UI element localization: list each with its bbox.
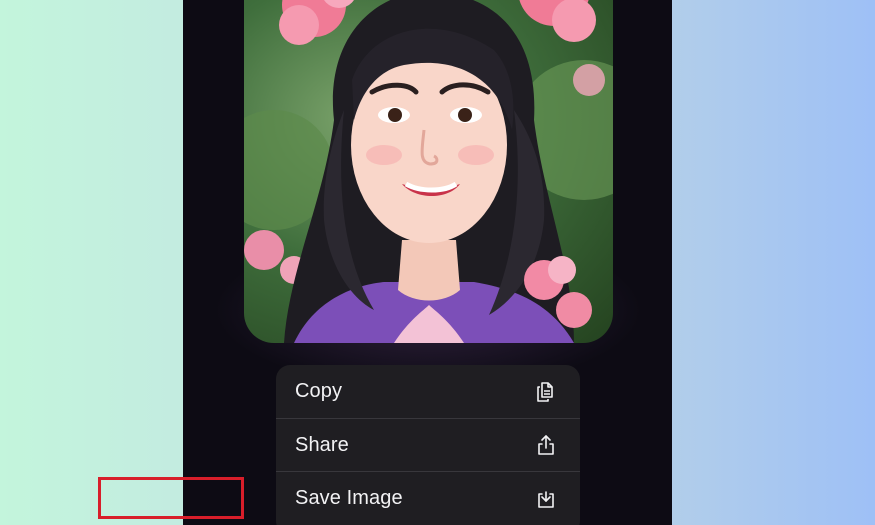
share-icon	[533, 432, 559, 458]
copy-label: Copy	[295, 380, 343, 402]
share-menu-item[interactable]: Share	[276, 418, 580, 471]
save-image-menu-item[interactable]: Save Image	[276, 471, 580, 524]
save-image-icon	[533, 485, 559, 511]
avatar-illustration	[244, 0, 613, 343]
share-label: Share	[295, 433, 349, 456]
save-image-label: Save Image	[295, 486, 403, 509]
context-menu: Copy Share Save Image	[276, 365, 580, 525]
image-preview[interactable]	[244, 0, 613, 343]
phone-screen: Copy Share Save Image	[183, 0, 672, 525]
copy-icon	[533, 379, 559, 405]
copy-menu-item[interactable]: Copy	[276, 365, 580, 418]
